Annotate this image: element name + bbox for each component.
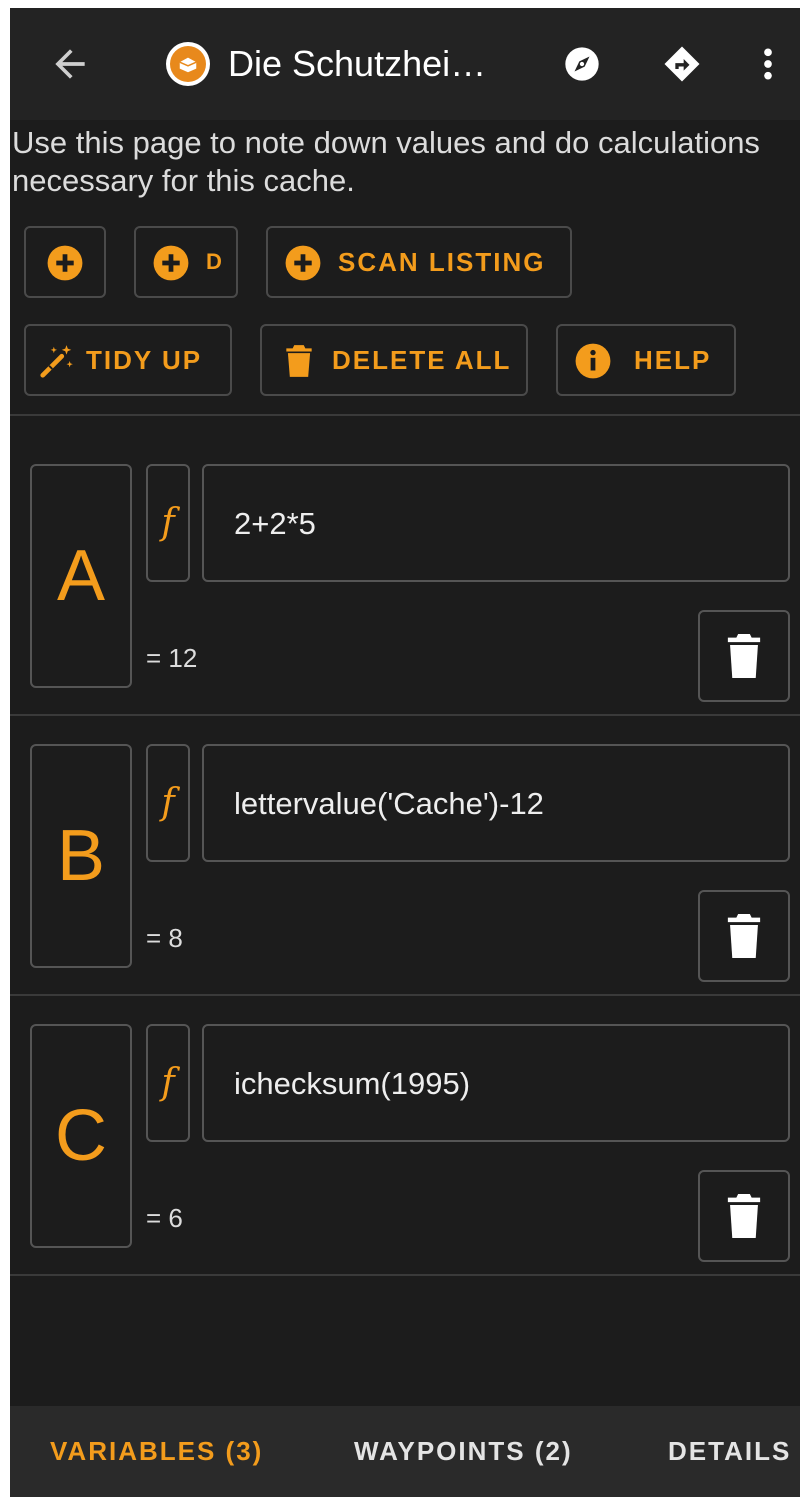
tab-variables[interactable]: VARIABLES (3) bbox=[50, 1406, 263, 1497]
trash-icon bbox=[286, 345, 312, 377]
add-variable-button[interactable] bbox=[24, 226, 106, 298]
tidy-up-button[interactable]: TIDY UP bbox=[24, 324, 232, 396]
delete-variable-button[interactable] bbox=[698, 610, 790, 702]
delete-all-button[interactable]: DELETE ALL bbox=[260, 324, 528, 396]
calculator-screen: Die Schutzhei… Use this page to note dow… bbox=[10, 8, 800, 1497]
trash-icon bbox=[727, 1194, 761, 1238]
add-variable-d-button[interactable]: D bbox=[134, 226, 238, 298]
compass-icon[interactable] bbox=[562, 44, 602, 84]
formula-input[interactable] bbox=[234, 1064, 774, 1104]
formula-field[interactable] bbox=[202, 744, 790, 862]
variable-row: A f = 12 bbox=[10, 416, 800, 702]
help-button[interactable]: HELP bbox=[556, 324, 736, 396]
formula-mode-toggle[interactable]: f bbox=[146, 1024, 190, 1142]
more-vertical-icon[interactable] bbox=[748, 44, 788, 84]
tab-waypoints[interactable]: WAYPOINTS (2) bbox=[354, 1406, 573, 1497]
add-variable-d-label: D bbox=[206, 249, 224, 274]
bottom-tab-bar: VARIABLES (3) WAYPOINTS (2) DETAILS bbox=[10, 1406, 800, 1497]
cache-type-icon bbox=[166, 42, 210, 86]
divider bbox=[10, 1274, 800, 1276]
tidy-up-label: TIDY UP bbox=[86, 345, 203, 375]
formula-field[interactable] bbox=[202, 464, 790, 582]
formula-input[interactable] bbox=[234, 784, 774, 824]
cache-title: Die Schutzhei… bbox=[228, 43, 487, 84]
variable-result: = 6 bbox=[146, 1203, 183, 1233]
formula-input[interactable] bbox=[234, 504, 774, 544]
formula-mode-toggle[interactable]: f bbox=[146, 464, 190, 582]
delete-variable-button[interactable] bbox=[698, 890, 790, 982]
formula-mode-toggle[interactable]: f bbox=[146, 744, 190, 862]
variable-letter-box[interactable]: B bbox=[30, 744, 132, 968]
scan-listing-button[interactable]: SCAN LISTING bbox=[266, 226, 572, 298]
help-label: HELP bbox=[634, 345, 712, 375]
variable-result: = 8 bbox=[146, 923, 183, 953]
plus-circle-icon bbox=[153, 245, 189, 281]
delete-all-label: DELETE ALL bbox=[332, 345, 512, 375]
tab-details[interactable]: DETAILS bbox=[668, 1406, 791, 1497]
plus-circle-icon bbox=[285, 245, 321, 281]
function-icon: f bbox=[161, 502, 175, 543]
directions-icon[interactable] bbox=[662, 44, 702, 84]
info-icon bbox=[575, 343, 611, 379]
app-bar: Die Schutzhei… bbox=[10, 8, 800, 120]
variable-letter: C bbox=[55, 1096, 107, 1176]
trash-icon bbox=[727, 914, 761, 958]
formula-field[interactable] bbox=[202, 1024, 790, 1142]
variable-row: C f = 6 bbox=[10, 976, 800, 1262]
delete-variable-button[interactable] bbox=[698, 1170, 790, 1262]
variable-row: B f = 8 bbox=[10, 696, 800, 982]
plus-circle-icon bbox=[47, 245, 83, 281]
arrow-left-icon[interactable] bbox=[48, 42, 92, 86]
variable-result: = 12 bbox=[146, 643, 198, 673]
variable-letter-box[interactable]: C bbox=[30, 1024, 132, 1248]
variable-letter: A bbox=[56, 536, 106, 616]
trash-icon bbox=[727, 634, 761, 678]
variable-letter: B bbox=[56, 816, 106, 896]
function-icon: f bbox=[161, 1062, 175, 1103]
function-icon: f bbox=[161, 782, 175, 823]
page-description: Use this page to note down values and do… bbox=[12, 125, 760, 198]
magic-wand-icon bbox=[40, 345, 73, 378]
variable-letter-box[interactable]: A bbox=[30, 464, 132, 688]
scan-listing-label: SCAN LISTING bbox=[338, 247, 546, 277]
